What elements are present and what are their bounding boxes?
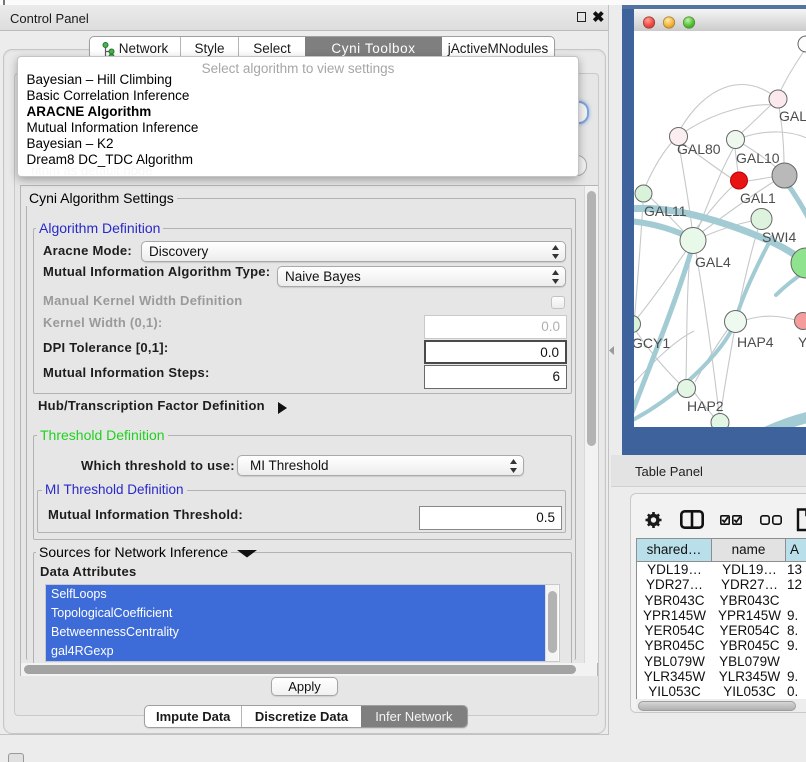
svg-text:GAL11: GAL11 xyxy=(644,203,687,219)
svg-text:YEL: YEL xyxy=(798,334,806,350)
svg-text:GAL80: GAL80 xyxy=(677,141,721,157)
svg-text:SWI4: SWI4 xyxy=(762,229,796,245)
svg-text:HAP2: HAP2 xyxy=(687,398,724,414)
svg-text:GAL10: GAL10 xyxy=(736,150,780,166)
svg-text:GAL4: GAL4 xyxy=(695,254,731,270)
svg-text:GAL1: GAL1 xyxy=(740,190,776,206)
svg-text:HAP4: HAP4 xyxy=(737,334,774,350)
svg-text:GCY1: GCY1 xyxy=(634,335,670,351)
svg-text:GAL7: GAL7 xyxy=(779,108,806,124)
